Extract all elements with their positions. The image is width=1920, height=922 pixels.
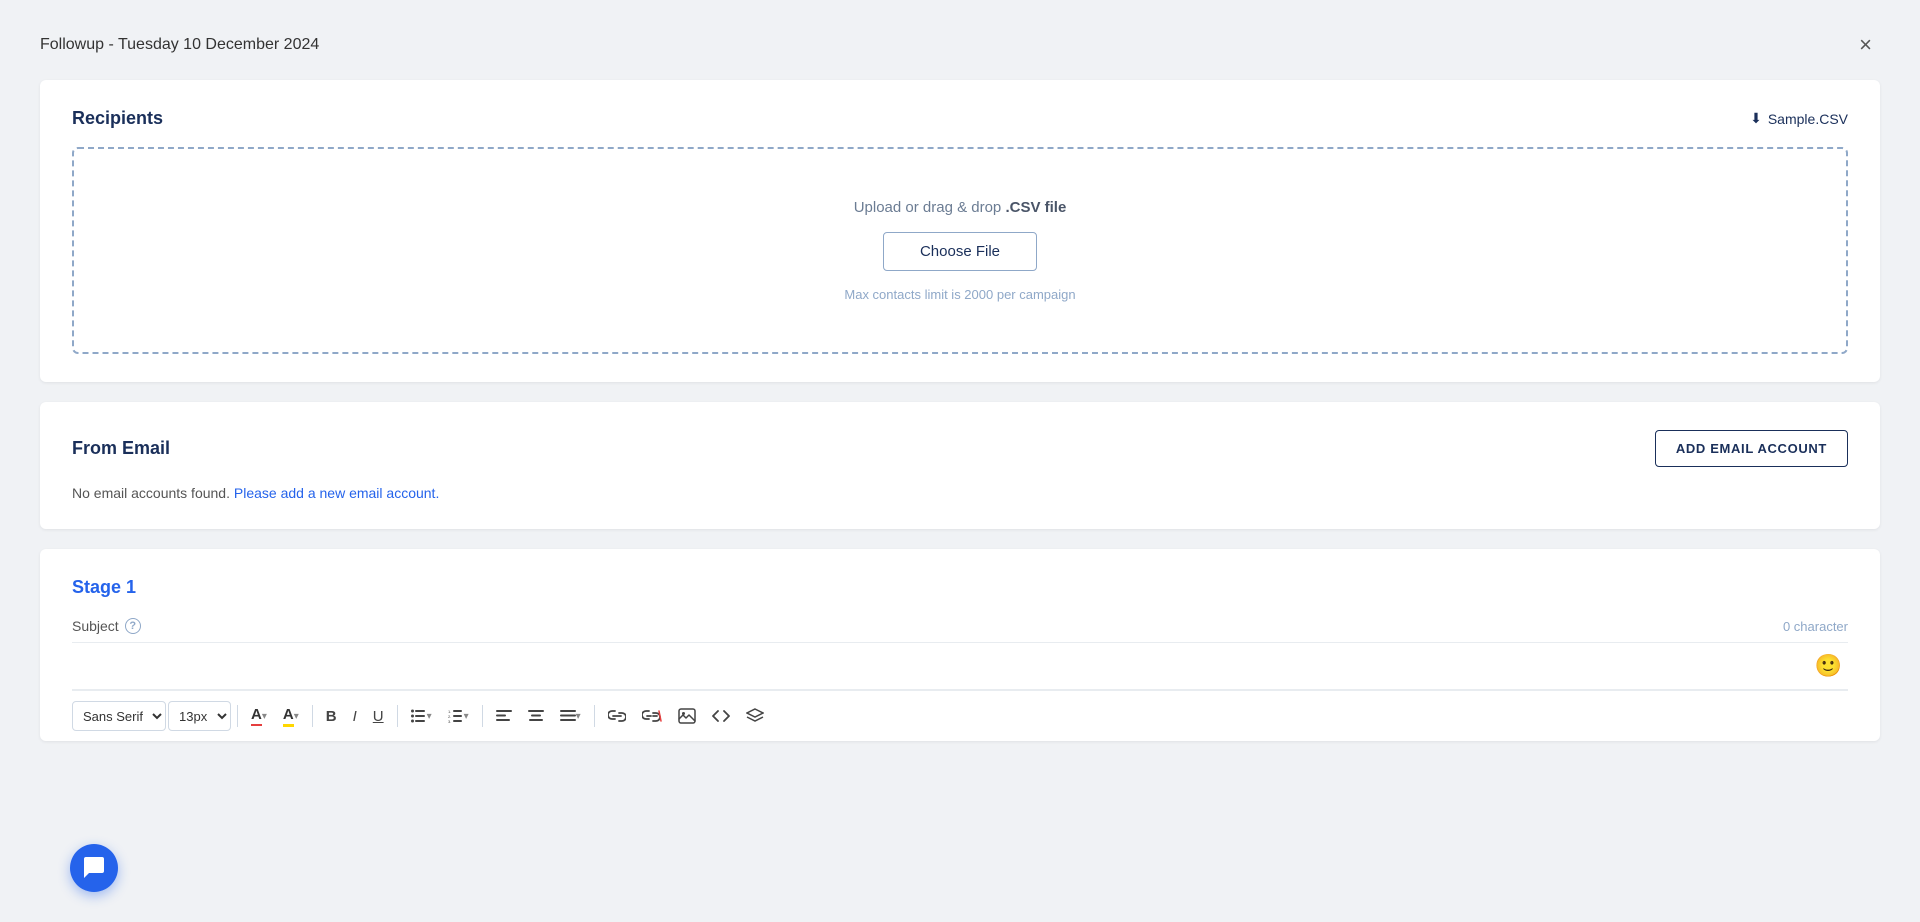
image-button[interactable]: [671, 701, 703, 731]
font-size-select[interactable]: 13px: [168, 701, 231, 731]
layers-icon: [746, 708, 764, 724]
text-color-arrow: ▾: [262, 711, 267, 722]
bg-color-arrow: ▾: [294, 711, 299, 722]
subject-row: Subject ? 0 character: [72, 618, 1848, 643]
toolbar-divider-4: [482, 705, 483, 727]
toolbar-divider-3: [397, 705, 398, 727]
sample-csv-label: Sample.CSV: [1768, 111, 1848, 127]
code-button[interactable]: [705, 701, 737, 731]
upload-drop-zone[interactable]: Upload or drag & drop .CSV file Choose F…: [72, 147, 1848, 354]
subject-label-group: Subject ?: [72, 618, 141, 634]
from-email-card: From Email ADD EMAIL ACCOUNT No email ac…: [40, 402, 1880, 529]
download-icon: ⬇: [1750, 110, 1762, 127]
image-icon: [678, 708, 696, 724]
link-icon: [608, 709, 626, 723]
drop-zone-text: Upload or drag & drop .CSV file: [854, 199, 1067, 216]
recipients-card: Recipients ⬇ Sample.CSV Upload or drag &…: [40, 80, 1880, 382]
drop-zone-limit-text: Max contacts limit is 2000 per campaign: [844, 287, 1075, 302]
bullet-list-icon: [411, 709, 427, 723]
upload-text-highlight: .CSV file: [1005, 199, 1066, 216]
align-left-icon: [496, 709, 512, 723]
toolbar-divider-1: [237, 705, 238, 727]
no-accounts-text: No email accounts found. Please add a ne…: [72, 485, 1848, 501]
close-button[interactable]: ×: [1851, 30, 1880, 60]
sample-csv-link[interactable]: ⬇ Sample.CSV: [1750, 110, 1848, 127]
align-dropdown-arrow: ▾: [576, 711, 581, 722]
text-color-button[interactable]: A ▾: [244, 701, 274, 731]
unlink-icon: [642, 709, 662, 723]
subject-input-row: 🙂: [72, 643, 1848, 690]
bullet-list-arrow: ▾: [427, 711, 432, 722]
from-email-title: From Email: [72, 438, 170, 459]
bold-button[interactable]: B: [319, 701, 344, 731]
help-icon[interactable]: ?: [125, 618, 141, 634]
italic-button[interactable]: I: [346, 701, 364, 731]
font-size-group: 13px: [168, 701, 231, 731]
font-family-select[interactable]: Sans Serif: [72, 701, 166, 731]
unlink-button[interactable]: [635, 701, 669, 731]
svg-text:3.: 3.: [448, 719, 451, 723]
recipients-card-header: Recipients ⬇ Sample.CSV: [72, 108, 1848, 129]
bg-color-icon: A: [283, 706, 294, 727]
chat-button[interactable]: [70, 844, 118, 892]
align-center-icon: [528, 709, 544, 723]
stage1-title: Stage 1: [72, 577, 1848, 598]
add-new-email-link[interactable]: Please add a new email account.: [234, 485, 439, 501]
font-family-group: Sans Serif: [72, 701, 166, 731]
link-button[interactable]: [601, 701, 633, 731]
ordered-list-button[interactable]: 1. 2. 3. ▾: [441, 701, 476, 731]
align-more-icon: [560, 709, 576, 723]
ordered-list-arrow: ▾: [464, 711, 469, 722]
stage1-card: Stage 1 Subject ? 0 character 🙂 Sans Ser…: [40, 549, 1880, 741]
recipients-title: Recipients: [72, 108, 163, 129]
header-bar: Followup - Tuesday 10 December 2024 ×: [40, 20, 1880, 80]
text-color-icon: A: [251, 706, 262, 726]
from-email-card-header: From Email ADD EMAIL ACCOUNT: [72, 430, 1848, 467]
ordered-list-icon: 1. 2. 3.: [448, 709, 464, 723]
underline-button[interactable]: U: [366, 701, 391, 731]
chat-icon: [81, 855, 107, 881]
bg-color-button[interactable]: A ▾: [276, 701, 306, 731]
code-icon: [712, 709, 730, 723]
char-count: 0 character: [1783, 619, 1848, 634]
layers-button[interactable]: [739, 701, 771, 731]
choose-file-button[interactable]: Choose File: [883, 232, 1037, 271]
page-title: Followup - Tuesday 10 December 2024: [40, 36, 319, 54]
add-email-account-button[interactable]: ADD EMAIL ACCOUNT: [1655, 430, 1848, 467]
emoji-button[interactable]: 🙂: [1809, 651, 1848, 681]
toolbar-divider-5: [594, 705, 595, 727]
bullet-list-button[interactable]: ▾: [404, 701, 439, 731]
align-left-button[interactable]: [489, 701, 519, 731]
subject-label: Subject: [72, 618, 119, 634]
align-center-button[interactable]: [521, 701, 551, 731]
editor-toolbar: Sans Serif 13px A ▾ A ▾ B I U: [72, 690, 1848, 741]
align-dropdown-button[interactable]: ▾: [553, 701, 588, 731]
upload-text-prefix: Upload or drag & drop: [854, 199, 1006, 216]
toolbar-divider-2: [312, 705, 313, 727]
